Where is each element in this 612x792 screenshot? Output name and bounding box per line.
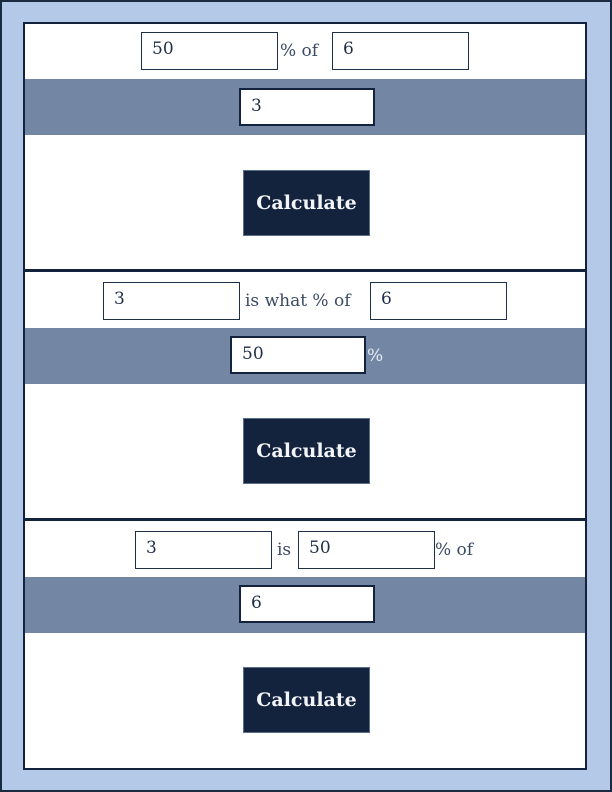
result-field[interactable]: 50 <box>230 336 366 374</box>
input-row: 3 is 50 % of <box>25 521 585 576</box>
what-percent-calculator: 3 is what % of 6 50 % Calculate <box>25 272 585 518</box>
calculator-panel: 50 % of 6 3 Calculate 3 is what % of 6 5… <box>23 22 587 770</box>
percent-input[interactable]: 50 <box>141 32 278 70</box>
total-input[interactable]: 6 <box>370 282 507 320</box>
percent-of-calculator: 50 % of 6 3 Calculate <box>25 24 585 269</box>
result-row: 3 <box>25 79 585 135</box>
percent-suffix-label: % <box>367 346 384 366</box>
is-label: is <box>277 540 292 560</box>
is-percent-of-calculator: 3 is 50 % of 6 Calculate <box>25 521 585 768</box>
part-input[interactable]: 3 <box>135 531 272 569</box>
part-input[interactable]: 3 <box>103 282 240 320</box>
result-field[interactable]: 6 <box>239 585 375 623</box>
result-row: 6 <box>25 577 585 633</box>
percent-of-label: % of <box>435 540 474 560</box>
percent-input[interactable]: 50 <box>298 531 435 569</box>
calculate-button[interactable]: Calculate <box>243 667 370 733</box>
result-row: 50 % <box>25 328 585 384</box>
calculate-button[interactable]: Calculate <box>243 170 370 236</box>
input-row: 50 % of 6 <box>25 24 585 79</box>
calculate-button[interactable]: Calculate <box>243 418 370 484</box>
total-input[interactable]: 6 <box>332 32 469 70</box>
is-what-percent-of-label: is what % of <box>245 291 351 311</box>
input-row: 3 is what % of 6 <box>25 272 585 327</box>
result-field[interactable]: 3 <box>239 88 375 126</box>
percent-of-label: % of <box>280 41 319 61</box>
